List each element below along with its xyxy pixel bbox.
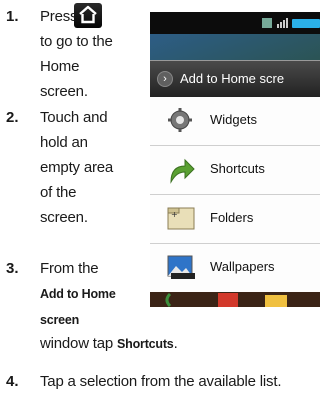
step-3-line-1: From the [40, 260, 99, 277]
step-4-text: Tap a selection from the available list. [40, 373, 282, 390]
step-1-line-4: screen. [40, 83, 88, 100]
step-2-number: 2. [6, 109, 19, 126]
step-2-line-4: of the [40, 184, 77, 201]
step-3-line-3: screen [40, 313, 80, 327]
menu-item-folders[interactable]: + Folders [150, 195, 320, 244]
step-2-line-5: screen. [40, 209, 88, 226]
menu-label-shortcuts: Shortcuts [210, 161, 265, 176]
menu-label-widgets: Widgets [210, 112, 257, 127]
svg-text:+: + [171, 210, 178, 219]
manual-page: 1. Press to go to the Home screen. 2. To… [0, 0, 320, 399]
step-2-text: Touch and hold an empty area of the scre… [40, 105, 113, 230]
menu-item-widgets[interactable]: Widgets [150, 97, 320, 146]
step-3-line-4: window tap [40, 335, 114, 352]
step-4-number: 4. [6, 373, 19, 390]
status-bar [150, 12, 320, 34]
step-1-line-2: to go to the [40, 33, 113, 50]
menu-item-wallpapers[interactable]: Wallpapers [150, 244, 320, 293]
menu-label-folders: Folders [210, 210, 254, 225]
step-1-line-3: Home [40, 58, 80, 75]
green-arrow-icon [167, 156, 195, 189]
folder-icon: + [167, 205, 195, 236]
add-to-home-dialog: › Add to Home scre Widgets Shortcuts + F… [150, 60, 320, 292]
menu-item-shortcuts[interactable]: Shortcuts [150, 146, 320, 195]
step-2-line-2: hold an [40, 134, 88, 151]
step-3-shortcuts: Shortcuts [117, 337, 174, 351]
menu-label-wallpapers: Wallpapers [210, 259, 275, 274]
step-1-number: 1. [6, 8, 19, 25]
wallpaper-icon [167, 254, 195, 285]
home-key-icon [74, 3, 102, 28]
dock-icons [150, 292, 320, 307]
step-3-line-2: Add to Home [40, 287, 116, 301]
home-dock [150, 292, 320, 307]
chevron-right-icon: › [157, 71, 173, 87]
dialog-title: › Add to Home scre [150, 61, 320, 97]
step-2-line-1: Touch and [40, 109, 108, 126]
step-3-text: From the Add to Home screen [40, 256, 116, 333]
step-3-continuation: window tap Shortcuts. [40, 331, 178, 357]
step-3-period: . [173, 335, 178, 352]
step-2-line-3: empty area [40, 159, 114, 176]
status-icons [262, 18, 320, 28]
step-3-number: 3. [6, 260, 19, 277]
dialog-title-text: Add to Home scre [180, 71, 285, 86]
phone-screenshot: › Add to Home scre Widgets Shortcuts + F… [150, 12, 320, 307]
gear-icon [167, 107, 193, 138]
